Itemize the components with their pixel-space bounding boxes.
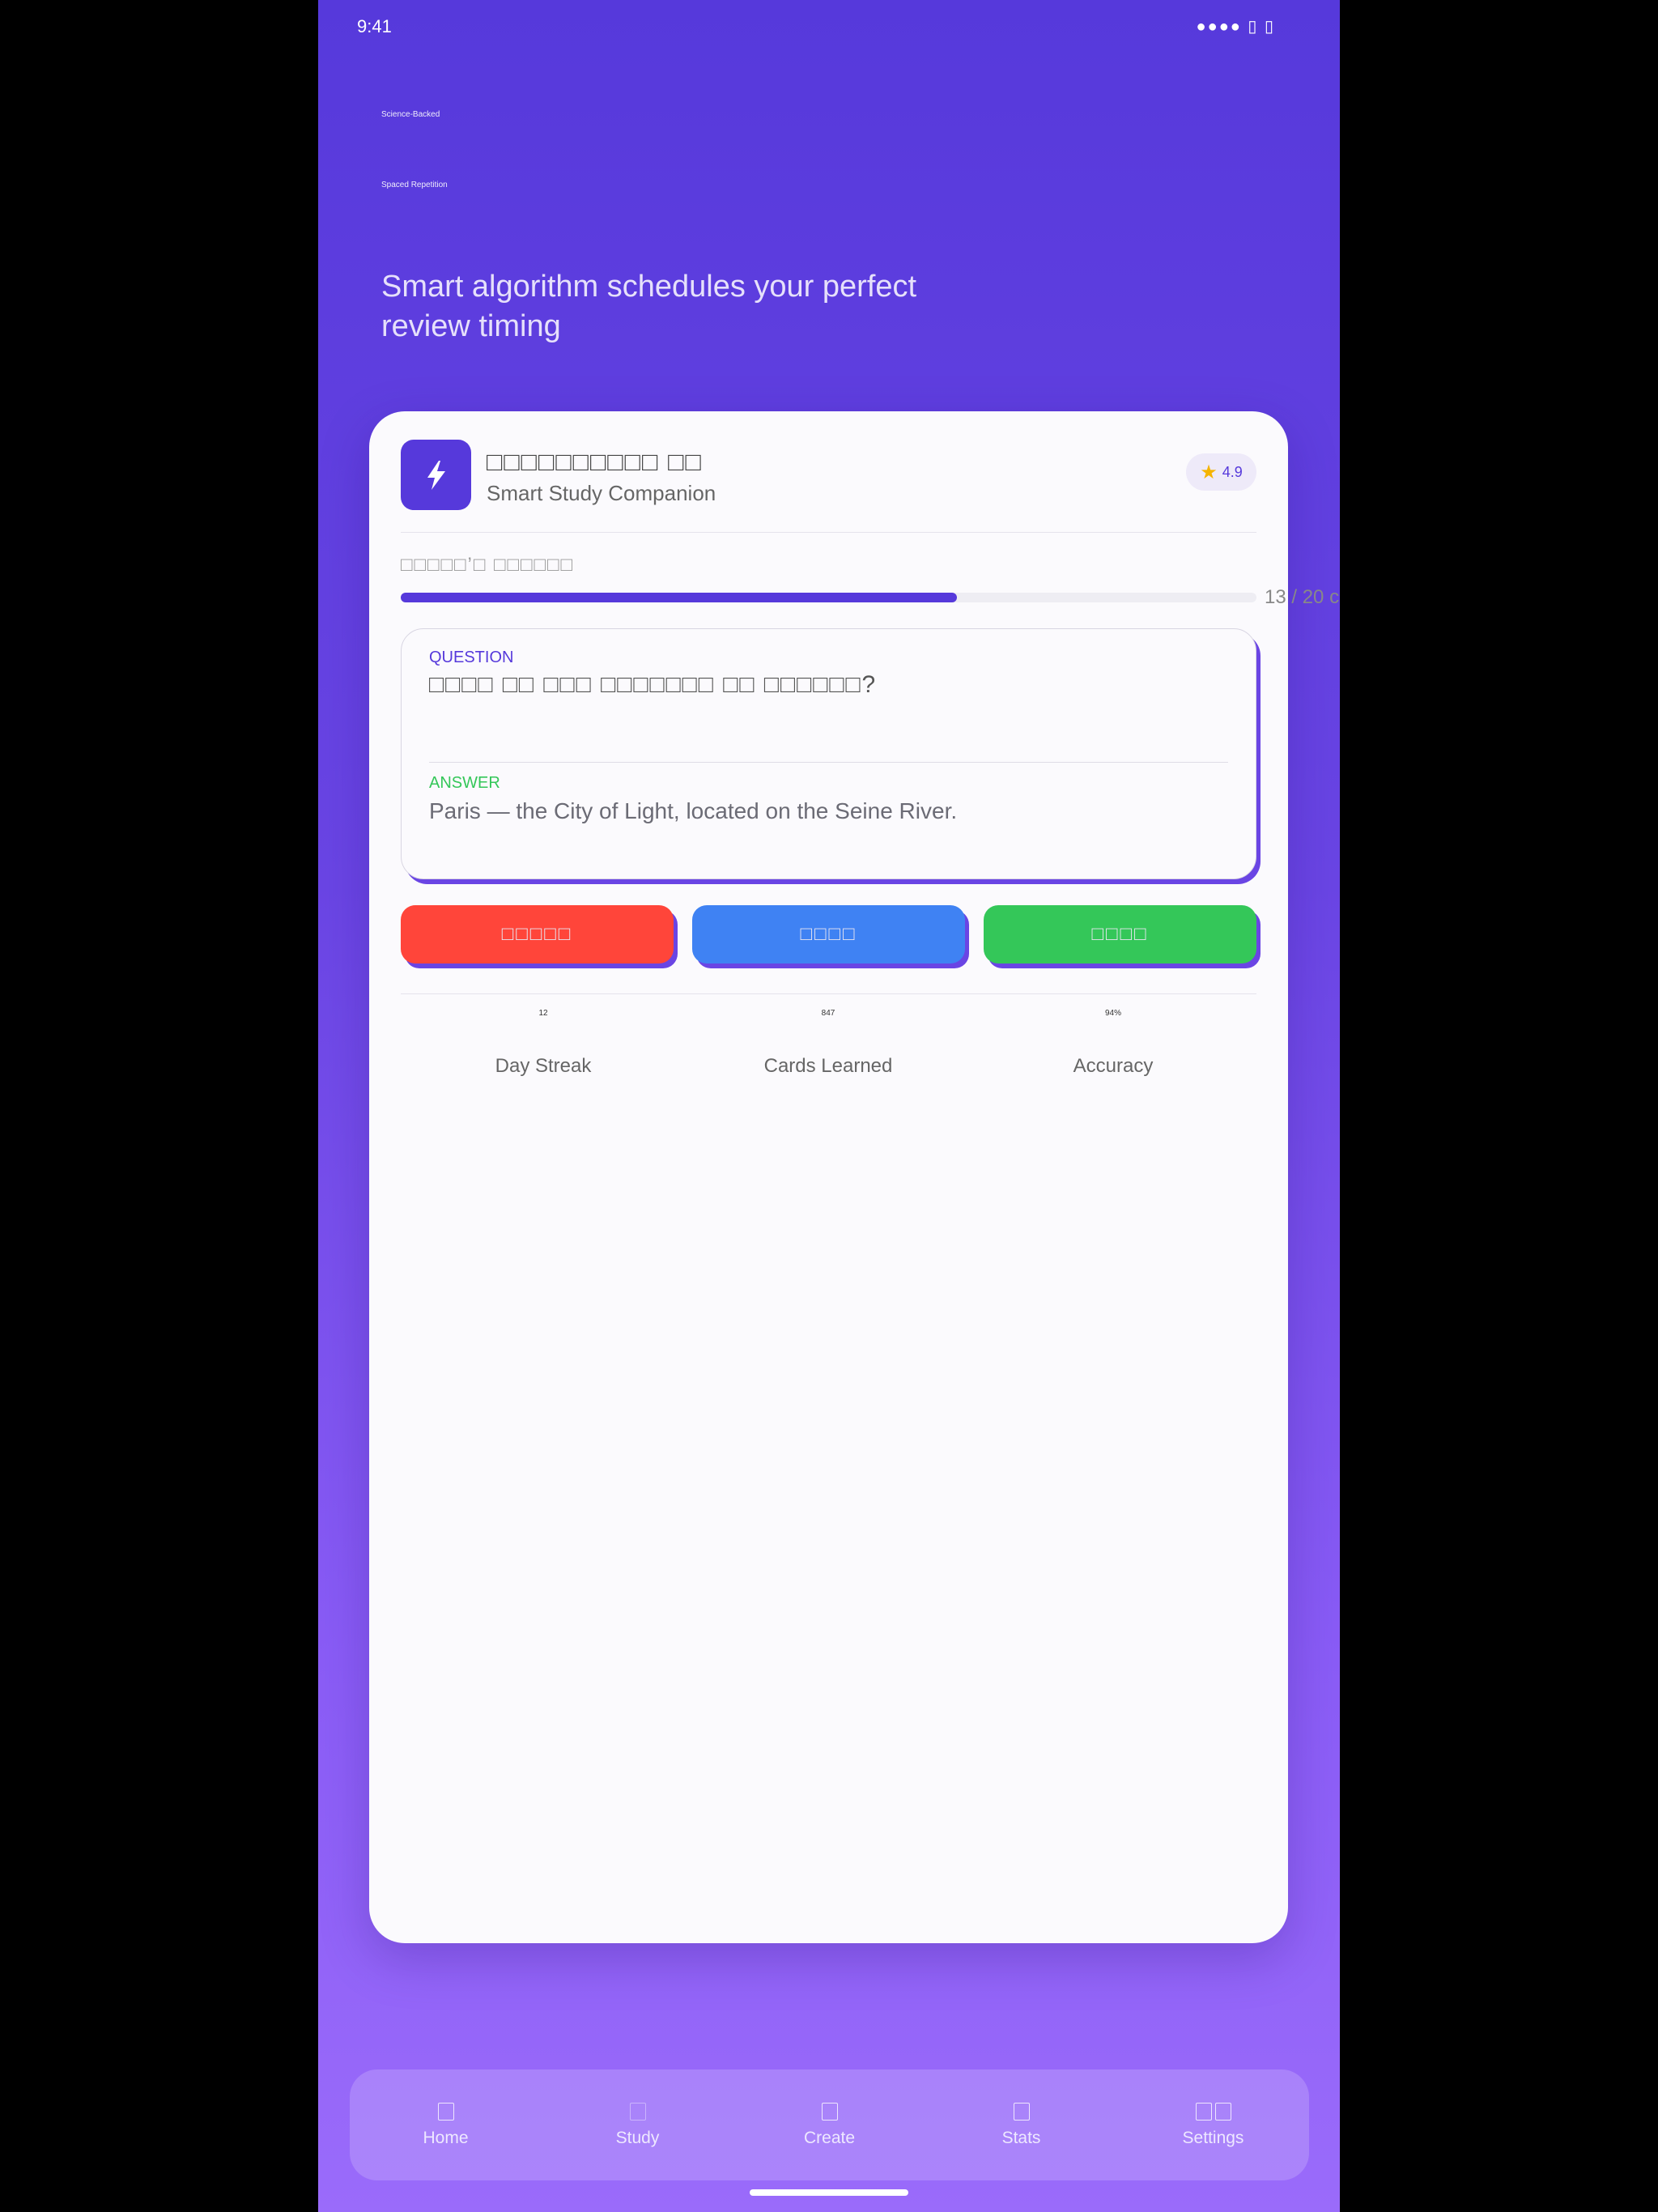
tab-label: Stats	[1001, 2128, 1041, 2147]
question-label: QUESTION	[429, 649, 514, 666]
stat-label: Cards Learned	[763, 1055, 893, 1077]
tab-bar: Home Study Create Stats Settings	[350, 2069, 1309, 2180]
again-button[interactable]: □□□□□	[401, 905, 674, 963]
plus-icon	[821, 2102, 838, 2121]
tab-home[interactable]: Home	[350, 2069, 542, 2180]
stat-value: 12	[538, 1009, 548, 1018]
star-icon: ★	[1200, 461, 1218, 483]
hero-tag-science: Science-Backed	[381, 110, 440, 119]
home-icon	[437, 2102, 454, 2121]
chart-icon	[1013, 2102, 1030, 2121]
study-card: □□□□□□□□□□ □□ Smart Study Companion ★ 4.…	[369, 411, 1339, 1943]
divider	[401, 993, 1256, 994]
status-time: 9:41	[357, 16, 392, 36]
good-button[interactable]: □□□□	[692, 905, 965, 963]
home-indicator[interactable]	[750, 2189, 908, 2196]
flashcard-divider	[429, 762, 1228, 763]
progress-track	[401, 593, 1256, 602]
rating-value: 4.9	[1222, 463, 1243, 480]
tab-create[interactable]: Create	[733, 2069, 925, 2180]
tab-label: Create	[803, 2128, 856, 2147]
rating-badge: ★ 4.9	[1186, 453, 1256, 491]
app-subtitle: Smart Study Companion	[487, 481, 716, 505]
stat-label: Accuracy	[1073, 1055, 1154, 1077]
hero-tag-spaced: Spaced Repetition	[381, 181, 448, 189]
status-indicators: ●●●● ▯ ▯	[1196, 18, 1275, 36]
answer-label: ANSWER	[429, 774, 500, 792]
divider	[401, 532, 1256, 533]
tab-label: Settings	[1182, 2128, 1244, 2147]
answer-text: Paris — the City of Light, located on th…	[429, 798, 958, 823]
stat-label: Day Streak	[495, 1055, 592, 1077]
tab-label: Study	[615, 2128, 660, 2147]
stat-value: 94%	[1104, 1009, 1121, 1018]
progress-label: □□□□□’□ □□□□□□	[401, 554, 574, 576]
book-icon	[629, 2102, 646, 2121]
progress-count: 13 / 20 c	[1265, 586, 1340, 608]
hero-headline: Smart algorithm schedules your perfect r…	[381, 270, 917, 343]
easy-button[interactable]: □□□□	[984, 905, 1256, 963]
app-screen: 9:41 ●●●● ▯ ▯ Science-Backed Spaced Repe…	[318, 0, 1340, 2212]
flashcard[interactable]: QUESTION □□□□ □□ □□□ □□□□□□□ □□ □□□□□□? …	[401, 628, 1256, 879]
stat-value: 847	[821, 1009, 835, 1018]
tab-study[interactable]: Study	[542, 2069, 733, 2180]
tab-stats[interactable]: Stats	[925, 2069, 1117, 2180]
app-title: □□□□□□□□□□ □□	[487, 447, 703, 476]
tab-label: Home	[423, 2128, 469, 2147]
gear-icon	[1195, 2102, 1231, 2121]
lightning-icon	[401, 440, 471, 510]
progress-fill	[401, 593, 958, 602]
question-text: □□□□ □□ □□□ □□□□□□□ □□ □□□□□□?	[429, 671, 878, 698]
tab-settings[interactable]: Settings	[1117, 2069, 1309, 2180]
